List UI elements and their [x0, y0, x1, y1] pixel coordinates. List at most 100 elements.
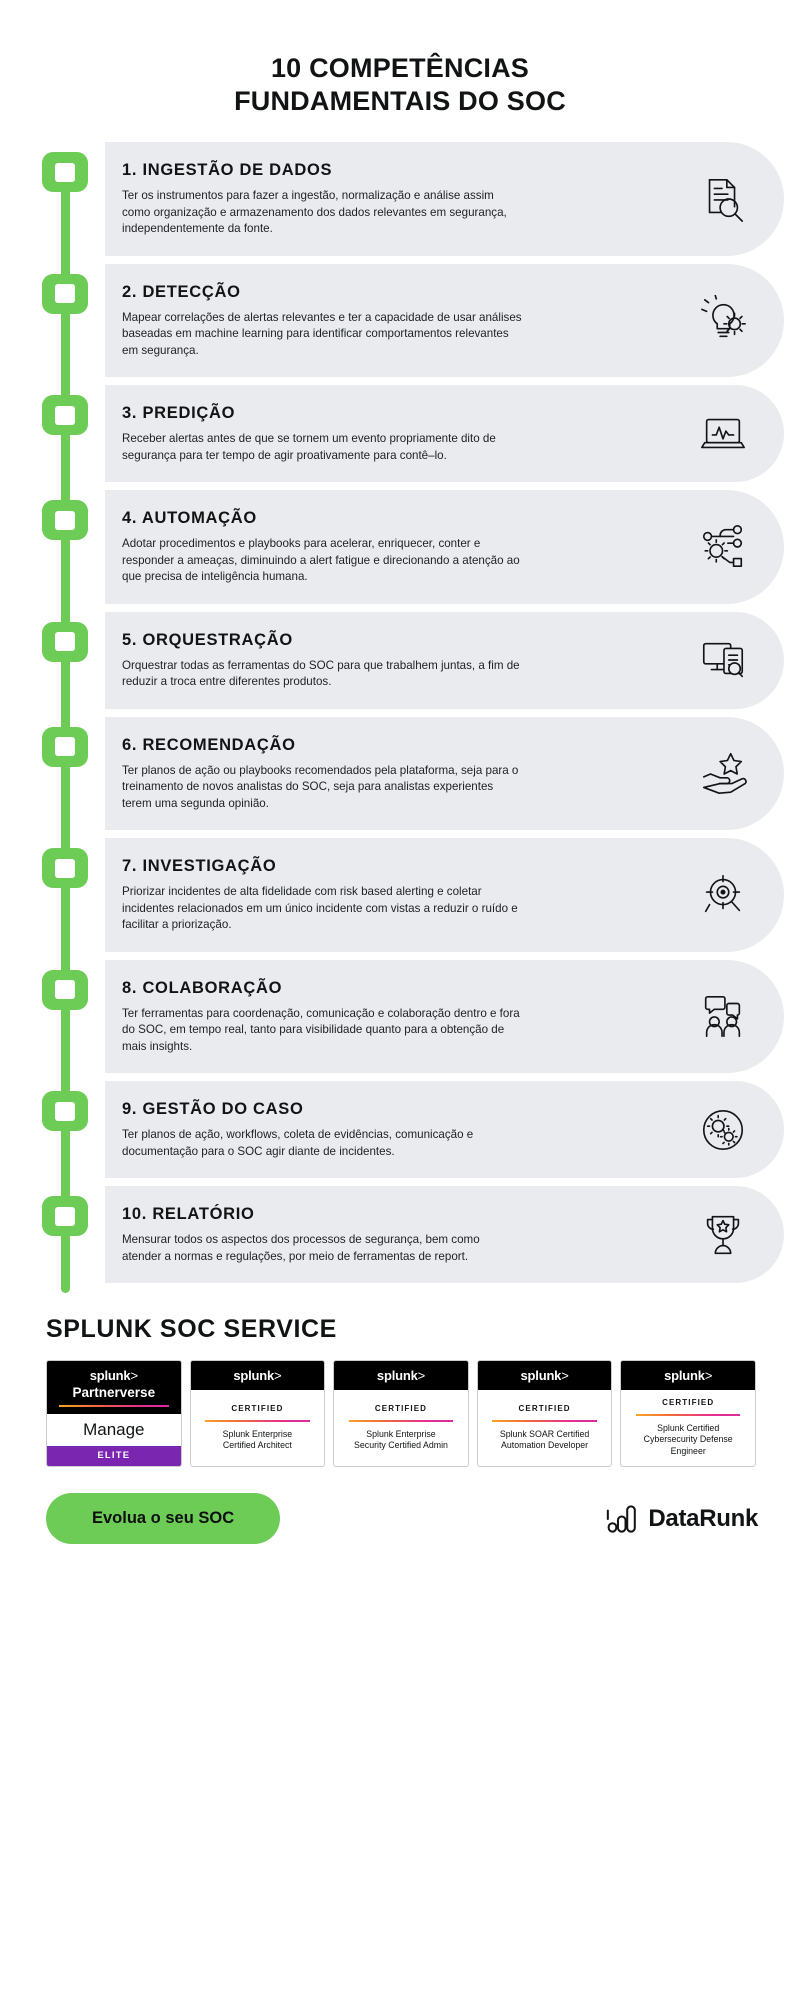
timeline-marker-10: [42, 1196, 88, 1236]
certification-badge-list: splunk> Partnerverse Manage ELITE splunk> CER…: [0, 1344, 800, 1467]
evolua-soc-cta-button[interactable]: Evolua o seu SOC: [46, 1493, 281, 1544]
splunk-brand-text: splunk: [520, 1368, 562, 1383]
monitor-checklist-icon: [698, 635, 748, 685]
page-title-line-2: FUNDAMENTAIS DO SOC: [234, 86, 566, 116]
timeline-marker-4: [42, 500, 88, 540]
timeline-marker-7: [42, 848, 88, 888]
splunk-section-title: SPLUNK SOC SERVICE: [46, 1315, 337, 1343]
accent-rule: [205, 1419, 310, 1422]
competency-row: 6. RECOMENDAÇÃO Ter planos de ação ou pla…: [0, 716, 800, 830]
page-header: 10 COMPETÊNCIAS FUNDAMENTAIS DO SOC: [0, 0, 800, 118]
certification-name-line-1: Splunk Enterprise: [366, 1428, 436, 1439]
competency-body: Mapear correlações de alertas relevantes…: [122, 310, 522, 357]
competency-timeline: 1. INGESTÃO DE DADOS Ter os instrumentos …: [0, 142, 800, 1301]
certification-badge: splunk> CERTIFIED Splunk Enterprise Securit…: [333, 1360, 469, 1467]
splunk-brand-suffix: >: [417, 1368, 426, 1383]
competency-card[interactable]: 9. GESTÃO DO CASO Ter planos de ação, wor…: [105, 1081, 784, 1178]
splunk-brand-text: splunk: [664, 1368, 705, 1383]
timeline-marker-6: [42, 726, 88, 767]
competency-title: 6. RECOMENDAÇÃO: [122, 735, 296, 754]
competency-card[interactable]: 8. COLABORAÇÃO Ter ferramentas para coord…: [105, 959, 784, 1073]
timeline-marker-hole: [55, 510, 75, 530]
certification-name-line-2: Security Certified Admin: [354, 1440, 448, 1450]
badge-header: splunk>: [477, 1361, 612, 1390]
competency-card[interactable]: 4. AUTOMAÇÃO Adotar procedimentos e playb…: [105, 490, 784, 604]
competency-body: Orquestrar todas as ferramentas do SOC p…: [122, 658, 520, 689]
accent-rule: [492, 1419, 597, 1422]
datarunk-logo: DataRunk: [606, 1503, 758, 1535]
timeline-marker-hole: [55, 737, 75, 756]
people-chat-icon: [698, 991, 748, 1041]
partnerverse-tier: ELITE: [47, 1446, 181, 1466]
competency-row: 9. GESTÃO DO CASO Ter planos de ação, wor…: [0, 1081, 800, 1178]
timeline-marker-hole: [55, 1206, 75, 1226]
competency-body: Receber alertas antes de que se tornem u…: [122, 432, 496, 462]
splunk-brand-text: splunk: [376, 1368, 418, 1383]
splunk-brand-text: splunk: [89, 1368, 131, 1383]
timeline-marker-hole: [55, 858, 75, 878]
badge-body: CERTIFIED Splunk SOAR Certified Automation…: [478, 1390, 612, 1466]
timeline-marker-hole: [55, 632, 75, 651]
competency-title: 4. AUTOMAÇÃO: [122, 509, 257, 527]
badge-header: splunk>: [190, 1361, 325, 1390]
competency-title: 3. PREDIÇÃO: [122, 404, 236, 422]
timeline-marker-2: [42, 273, 88, 314]
competency-row: 8. COLABORAÇÃO Ter ferramentas para coord…: [0, 959, 800, 1073]
competency-body: Ter planos de ação, workflows, coleta de…: [122, 1128, 474, 1158]
competency-card[interactable]: 7. INVESTIGAÇÃO Priorizar incidentes de a…: [105, 838, 784, 952]
badge-header: splunk> Partnerverse: [47, 1361, 181, 1414]
page-title: 10 COMPETÊNCIAS FUNDAMENTAIS DO SOC: [0, 52, 800, 118]
competency-body: Mensurar todos os aspectos dos processos…: [122, 1233, 480, 1263]
splunk-wordmark: splunk>: [338, 1368, 464, 1383]
competency-row: 5. ORQUESTRAÇÃO Orquestrar todas as ferra…: [0, 611, 800, 709]
competency-card[interactable]: 6. RECOMENDAÇÃO Ter planos de ação ou pla…: [105, 716, 784, 830]
certification-name-line-2: Cybersecurity Defense: [643, 1434, 733, 1445]
splunk-wordmark: splunk>: [51, 1368, 177, 1383]
timeline-marker-hole: [55, 980, 75, 999]
infographic-page: 10 COMPETÊNCIAS FUNDAMENTAIS DO SOC 1. I…: [0, 0, 800, 2000]
competency-card[interactable]: 3. PREDIÇÃO Receber alertas antes de que …: [105, 385, 784, 482]
certification-name-line-1: Splunk Enterprise: [222, 1428, 293, 1439]
accent-rule: [348, 1419, 454, 1422]
competency-card[interactable]: 10. RELATÓRIO Mensurar todos os aspectos …: [105, 1186, 784, 1283]
timeline-marker-8: [42, 969, 88, 1010]
document-search-icon: [698, 174, 748, 224]
splunk-brand-suffix: >: [130, 1368, 138, 1383]
certification-name-line-2: Automation Developer: [501, 1440, 589, 1450]
page-title-line-1: 10 COMPETÊNCIAS: [270, 53, 530, 83]
competency-body: Adotar procedimentos e playbooks para ac…: [122, 537, 520, 583]
competency-row: 4. AUTOMAÇÃO Adotar procedimentos e playb…: [0, 490, 800, 604]
certification-name-line-1: Splunk SOAR Certified: [499, 1428, 590, 1439]
certification-badge: splunk> CERTIFIED Splunk Certified Cybersec…: [620, 1360, 756, 1467]
timeline-marker-1: [42, 152, 88, 192]
competency-row: 3. PREDIÇÃO Receber alertas antes de que …: [0, 385, 800, 482]
certification-badge: splunk> CERTIFIED Splunk Enterprise Certifi…: [189, 1360, 326, 1467]
accent-rule: [59, 1405, 169, 1407]
partnerverse-level-label: Manage: [83, 1420, 145, 1439]
splunk-wordmark: splunk>: [482, 1368, 608, 1383]
splunk-brand-text: splunk: [233, 1368, 275, 1383]
badge-body: CERTIFIED Splunk Enterprise Security Certi…: [334, 1390, 468, 1466]
certified-label: CERTIFIED: [518, 1403, 571, 1413]
certification-badge: splunk> CERTIFIED Splunk SOAR Certified Aut…: [476, 1360, 613, 1467]
splunk-brand-suffix: >: [704, 1368, 713, 1383]
competency-card[interactable]: 1. INGESTÃO DE DADOS Ter os instrumentos …: [105, 142, 784, 256]
partnerverse-program-name: Partnerverse: [72, 1385, 156, 1400]
certification-name-line-3: Engineer: [670, 1445, 706, 1456]
competency-card[interactable]: 2. DETECÇÃO Mapear correlações de alertas…: [105, 263, 784, 377]
certified-label: CERTIFIED: [374, 1403, 428, 1413]
competency-title: 10. RELATÓRIO: [122, 1205, 255, 1223]
partnerverse-badge: splunk> Partnerverse Manage ELITE: [46, 1360, 182, 1467]
competency-title: 7. INVESTIGAÇÃO: [122, 857, 277, 875]
competency-title: 8. COLABORAÇÃO: [122, 978, 283, 997]
competency-card[interactable]: 5. ORQUESTRAÇÃO Orquestrar todas as ferra…: [105, 611, 784, 709]
datarunk-wordmark: DataRunk: [648, 1504, 758, 1532]
competency-body: Ter ferramentas para coordenação, comuni…: [122, 1006, 520, 1053]
competency-title: 5. ORQUESTRAÇÃO: [122, 630, 293, 649]
competency-row: 10. RELATÓRIO Mensurar todos os aspectos …: [0, 1186, 800, 1283]
competency-row: 2. DETECÇÃO Mapear correlações de alertas…: [0, 263, 800, 377]
competency-body: Ter os instrumentos para fazer a ingestã…: [122, 189, 507, 235]
timeline-marker-hole: [55, 405, 75, 425]
gears-circle-icon: [698, 1105, 748, 1155]
timeline-marker-hole: [55, 1101, 75, 1121]
